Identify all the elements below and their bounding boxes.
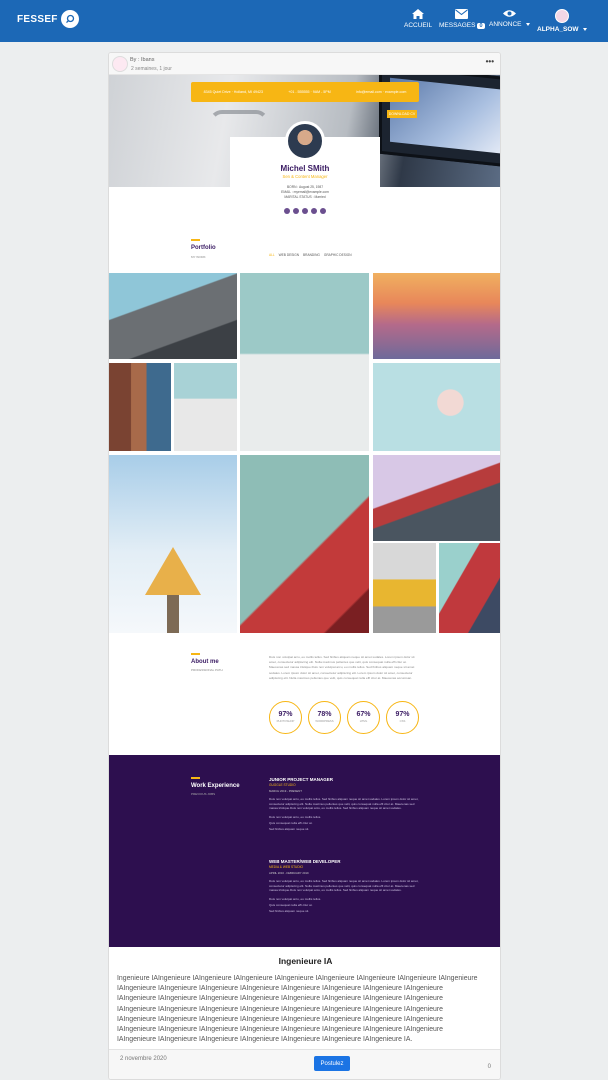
gallery-photo-red-building bbox=[240, 455, 369, 633]
filter-branding: BRANDING bbox=[303, 253, 320, 257]
chevron-down-icon bbox=[525, 23, 530, 26]
post-body: Ingenieure IAIngenieure IAIngenieure IAI… bbox=[117, 975, 478, 1044]
chevron-down-icon bbox=[582, 28, 587, 31]
skill-circle: 97% CSS bbox=[386, 701, 419, 734]
search-icon bbox=[66, 14, 75, 24]
gallery-photo-red-roof bbox=[373, 455, 500, 541]
navbar: FESSEF ACCUEIL MESSAGES 0 ANNONCE ALPHA_S… bbox=[0, 0, 608, 42]
about-title: About me bbox=[191, 659, 219, 665]
work-experience-section: Work Experience PREVIOUS JOBS JUNIOR PRO… bbox=[109, 755, 500, 947]
applicants-count: 0 bbox=[487, 1064, 491, 1070]
post-date: 2 novembre 2020 bbox=[120, 1056, 167, 1062]
post-header: By : Ibans 2 semaines, 1 jour ••• bbox=[109, 53, 500, 75]
gallery-photo-man bbox=[109, 363, 171, 451]
job-company: GUGGLE STUDIO bbox=[269, 783, 296, 787]
profile-status: MARITAL STATUS : Married bbox=[284, 195, 326, 199]
gallery-photo-white-building bbox=[240, 273, 369, 451]
profile-box: Michel SMith Sen & Content Manager BORN … bbox=[230, 121, 380, 217]
gallery-photo-backpack bbox=[373, 543, 436, 633]
messages-count-badge: 0 bbox=[477, 22, 485, 29]
nav-annonce-label: ANNONCE bbox=[489, 21, 522, 28]
skill-label: HTML bbox=[359, 719, 368, 723]
job-bullet: Sed finibus aliquam neque sit. bbox=[269, 908, 310, 913]
filter-graphic-design: GRAPHIC DESIGN bbox=[323, 253, 352, 257]
author-avatar[interactable] bbox=[112, 56, 128, 72]
post-time-ago: 2 semaines, 1 jour bbox=[131, 66, 172, 72]
portfolio-title: Portfolio bbox=[191, 245, 216, 251]
nav-accueil-label: ACCUEIL bbox=[404, 22, 433, 29]
nav-messages-label: MESSAGES bbox=[439, 22, 476, 29]
skill-circle: 78% WORDPRESS bbox=[308, 701, 341, 734]
skill-value: 97% bbox=[278, 711, 293, 718]
avatar bbox=[554, 9, 569, 23]
skill-value: 97% bbox=[395, 711, 410, 718]
contact-address: 8345 Quiet Drive · Holland, MI 49423 bbox=[203, 90, 263, 94]
job-company: MEDIA & WEB STUDIO bbox=[269, 865, 304, 869]
social-icons bbox=[230, 208, 380, 214]
skill-value: 67% bbox=[356, 711, 371, 718]
job-title: JUNIOR PROJECT MANAGER bbox=[269, 777, 334, 782]
nav-accueil[interactable]: ACCUEIL bbox=[404, 9, 432, 29]
post-card: By : Ibans 2 semaines, 1 jour ••• 8345 Q… bbox=[108, 52, 501, 1080]
nav-annonce[interactable]: ANNONCE bbox=[489, 9, 530, 28]
job-entry: WEB MASTER/WEB DEVELOPER MEDIA & WEB STU… bbox=[269, 859, 419, 914]
home-icon bbox=[412, 9, 425, 19]
portfolio-gallery bbox=[109, 273, 500, 633]
search-button[interactable] bbox=[61, 10, 79, 28]
post-author[interactable]: By : Ibans bbox=[130, 57, 154, 63]
job-dates: MARCH 2019 - PRESENT bbox=[269, 789, 302, 793]
profile-role: Sen & Content Manager bbox=[282, 174, 328, 179]
pyramid-shape bbox=[145, 547, 201, 633]
contact-email: info@email.com · example.com bbox=[355, 90, 407, 94]
gallery-photo-icecream bbox=[373, 363, 500, 451]
portfolio-subtitle: MY WORK bbox=[191, 255, 206, 259]
skill-circle: 97% PHOTOSHOP bbox=[269, 701, 302, 734]
gallery-photo-building bbox=[109, 273, 237, 359]
nav-username-label: ALPHA_SOW bbox=[537, 26, 579, 33]
gallery-photo-sunset bbox=[373, 273, 500, 359]
profile-photo bbox=[285, 121, 325, 161]
post-footer: 2 novembre 2020 Postulez 0 bbox=[109, 1049, 500, 1079]
post-title: Ingenieure IA bbox=[278, 956, 333, 966]
skill-label: PHOTOSHOP bbox=[276, 719, 295, 723]
contact-phone: +01 - 555555 · 9AM - 5PM bbox=[288, 90, 331, 94]
work-title: Work Experience bbox=[191, 783, 240, 789]
apply-button[interactable]: Postulez bbox=[314, 1056, 350, 1071]
gallery-photo-tower bbox=[174, 363, 237, 451]
download-cv-button: DOWNLOAD CV bbox=[387, 110, 417, 118]
job-title: WEB MASTER/WEB DEVELOPER bbox=[269, 859, 341, 864]
post-image[interactable]: 8345 Quiet Drive · Holland, MI 49423 +01… bbox=[109, 75, 500, 947]
filter-all: ALL bbox=[269, 253, 275, 257]
filter-web-design: WEB DESIGN bbox=[278, 253, 300, 257]
skill-value: 78% bbox=[317, 711, 332, 718]
job-entry: JUNIOR PROJECT MANAGER GUGGLE STUDIO MAR… bbox=[269, 777, 419, 832]
nav-user-menu[interactable]: ALPHA_SOW bbox=[537, 9, 587, 33]
skill-label: CSS bbox=[399, 719, 406, 723]
job-description: Duis non volutpat arcu, eu mollis tellus… bbox=[269, 879, 419, 893]
gallery-photo-pyramid bbox=[109, 455, 237, 633]
contact-info-bar: 8345 Quiet Drive · Holland, MI 49423 +01… bbox=[191, 82, 419, 102]
skill-circle: 67% HTML bbox=[347, 701, 380, 734]
skill-label: WORDPRESS bbox=[315, 719, 334, 723]
nav-messages[interactable]: MESSAGES 0 bbox=[439, 9, 485, 29]
job-bullet: Sed finibus aliquam neque sit. bbox=[269, 826, 310, 831]
more-options-icon[interactable]: ••• bbox=[486, 57, 494, 66]
eye-icon bbox=[502, 10, 516, 17]
profile-name: Michel SMith bbox=[280, 164, 330, 173]
about-subtitle: PROFESSIONAL PATH bbox=[191, 668, 223, 672]
work-subtitle: PREVIOUS JOBS bbox=[191, 792, 216, 796]
gallery-photo-facade bbox=[439, 543, 500, 633]
brand-logo[interactable]: FESSEF bbox=[17, 14, 58, 25]
job-dates: APRIL 2016 - FEBRUARY 2019 bbox=[269, 871, 309, 875]
portfolio-filters: ALL WEB DESIGN BRANDING GRAPHIC DESIGN bbox=[269, 253, 352, 257]
about-text: Duis non volutpat arcu, eu mollis tellus… bbox=[269, 655, 415, 680]
job-description: Duis non volutpat arcu, eu mollis tellus… bbox=[269, 797, 419, 811]
envelope-icon bbox=[455, 9, 469, 19]
